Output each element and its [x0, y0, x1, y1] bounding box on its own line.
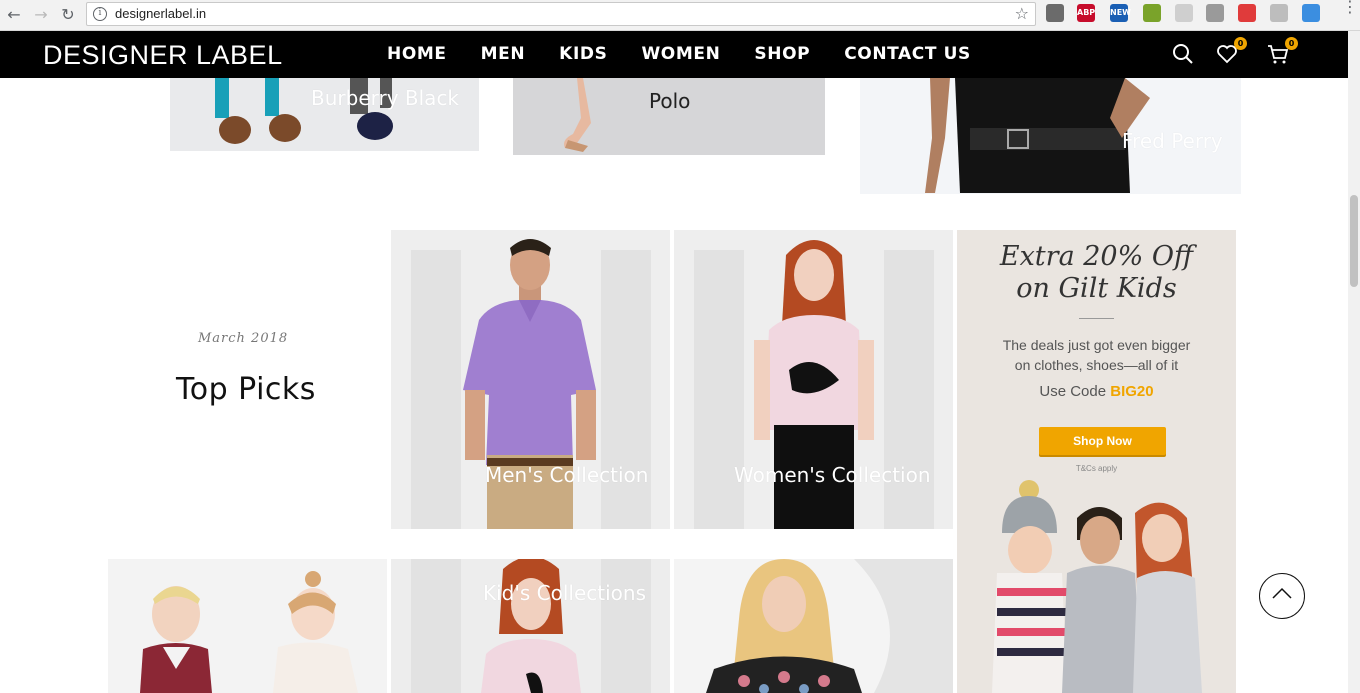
promo-banner[interactable]: Extra 20% Off on Gilt Kids The deals jus… — [957, 230, 1236, 693]
womens-dress-tile[interactable] — [674, 559, 953, 693]
wishlist-heart-icon[interactable]: 0 — [1215, 37, 1247, 66]
brand-label: Burberry Black — [311, 86, 460, 110]
cart-count-badge: 0 — [1285, 37, 1298, 50]
hex-ext-icon[interactable] — [1270, 4, 1288, 22]
kids-toddlers-image — [140, 571, 358, 693]
terms-note: T&Cs apply — [1075, 464, 1118, 473]
promo-title-line1: Extra 20% Off — [999, 241, 1194, 272]
scrollbar-thumb[interactable] — [1350, 195, 1358, 287]
green-ext-icon[interactable] — [1143, 4, 1161, 22]
nav-women[interactable]: WOMEN — [624, 31, 737, 78]
eyedropper-ext-icon[interactable] — [1046, 4, 1064, 22]
page-scrollbar[interactable] — [1348, 31, 1360, 693]
circle-ext-icon[interactable] — [1175, 4, 1193, 22]
bow-ext-icon[interactable] — [1206, 4, 1224, 22]
brand-tile-fred-perry[interactable]: Fred Perry — [860, 78, 1241, 194]
section-date: March 2018 — [198, 331, 289, 346]
address-bar[interactable]: i designerlabel.in ☆ — [86, 2, 1036, 26]
collection-label: Kid's Collections — [483, 581, 646, 605]
back-arrow-icon[interactable]: ← — [4, 5, 24, 25]
collection-label: Women's Collection — [734, 463, 931, 487]
url-text[interactable]: designerlabel.in — [115, 6, 206, 21]
main-navigation: HOME MEN KIDS WOMEN SHOP CONTACT US — [370, 31, 988, 78]
nav-home[interactable]: HOME — [370, 31, 464, 78]
site-header: DESIGNER LABEL HOME MEN KIDS WOMEN SHOP … — [0, 31, 1348, 78]
browser-toolbar: ← → ↻ i designerlabel.in ☆ ABP NEW ⋮ — [0, 0, 1360, 31]
brand-tile-burberry-black[interactable]: Burberry Black — [170, 78, 479, 151]
promo-title-line2: on Gilt Kids — [1016, 273, 1177, 304]
kids-photo-tile[interactable] — [108, 559, 387, 693]
promo-code: BIG20 — [1110, 383, 1154, 400]
nav-shop[interactable]: SHOP — [737, 31, 827, 78]
collection-label: Men's Collection — [485, 463, 649, 487]
promo-text-line1: The deals just got even bigger — [1002, 337, 1191, 353]
section-title: Top Picks — [176, 372, 316, 407]
kids-promo-image — [992, 480, 1202, 693]
browser-menu-icon[interactable]: ⋮ — [1342, 0, 1358, 15]
site-info-icon[interactable]: i — [93, 7, 107, 21]
nav-kids[interactable]: KIDS — [542, 31, 624, 78]
chevron-up-icon — [1272, 587, 1292, 599]
bookmark-star-icon[interactable]: ☆ — [1015, 4, 1029, 23]
reload-icon[interactable]: ↻ — [58, 5, 78, 25]
kids-collections-tile[interactable]: Kid's Collections — [391, 559, 670, 693]
forward-arrow-icon[interactable]: → — [31, 5, 51, 25]
promo-divider — [1079, 318, 1114, 319]
promo-code-line: Use Code BIG20 — [957, 383, 1236, 400]
brand-label: Fred Perry — [1122, 129, 1223, 153]
brand-tile-polo[interactable]: Polo — [513, 78, 825, 155]
wishlist-count-badge: 0 — [1234, 37, 1247, 50]
womens-collection-tile[interactable]: Women's Collection — [674, 230, 953, 529]
adblock-plus-icon[interactable]: ABP — [1077, 4, 1095, 22]
nav-contact-us[interactable]: CONTACT US — [827, 31, 988, 78]
blonde-model-image — [706, 559, 953, 693]
search-icon[interactable] — [1171, 42, 1195, 66]
brand-label: Polo — [649, 89, 691, 113]
promo-code-prefix: Use Code — [1039, 383, 1107, 400]
cart-icon[interactable]: 0 — [1266, 37, 1298, 66]
site-logo[interactable]: DESIGNER LABEL — [43, 40, 283, 71]
red-ext-icon[interactable] — [1238, 4, 1256, 22]
back-to-top-button[interactable] — [1259, 573, 1305, 619]
nav-men[interactable]: MEN — [464, 31, 543, 78]
kids-collection-image — [411, 559, 651, 693]
promo-text-line2: on clothes, shoes—all of it — [1014, 357, 1179, 373]
mens-collection-tile[interactable]: Men's Collection — [391, 230, 670, 529]
news-ext-icon[interactable]: NEW — [1110, 4, 1131, 22]
shop-now-button[interactable]: Shop Now — [1039, 427, 1166, 455]
blue-dots-ext-icon[interactable] — [1302, 4, 1320, 22]
